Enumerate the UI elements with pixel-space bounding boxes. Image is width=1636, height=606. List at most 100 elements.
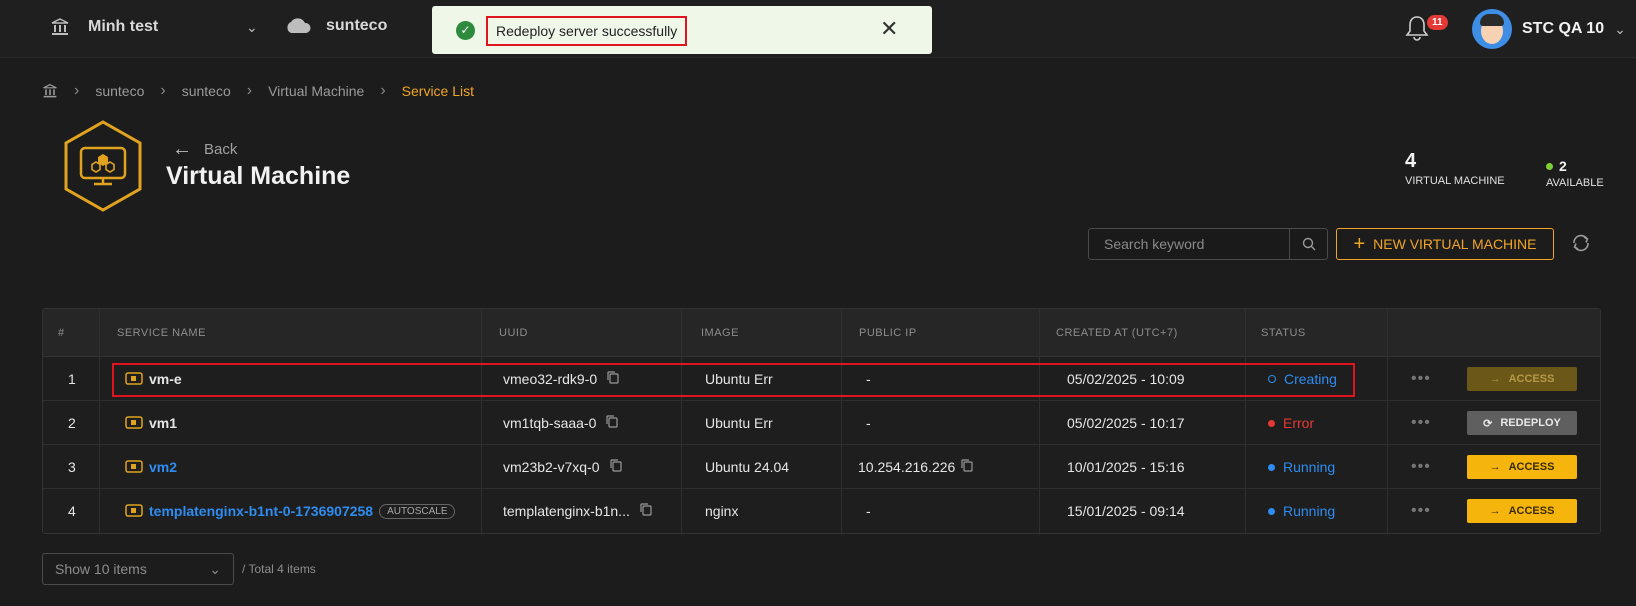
status-cell: Running (1268, 445, 1335, 489)
project-selector[interactable]: sunteco (284, 17, 387, 35)
virtual-machine-logo-icon (60, 118, 146, 214)
status-cell: Running (1268, 489, 1335, 533)
cloud-icon (287, 18, 311, 33)
uuid-value: vm23b2-v7xq-0 (503, 459, 600, 475)
copy-icon[interactable] (961, 459, 973, 475)
table-row[interactable]: 2 vm1 vm1tqb-saaa-0 Ubuntu Err - 05/02/2… (43, 401, 1600, 445)
public-ip-value: - (866, 503, 871, 519)
user-menu[interactable]: STC QA 10 ⌄ (1472, 9, 1626, 49)
service-name-link[interactable]: templatenginx-b1nt-0-1736907258 (149, 503, 373, 519)
stat-label: AVAILABLE (1546, 177, 1604, 189)
chevron-down-icon: ⌄ (209, 560, 221, 577)
access-label: ACCESS (1508, 461, 1555, 473)
uuid-value: vm1tqb-saaa-0 (503, 415, 597, 431)
access-button[interactable]: → ACCESS (1467, 455, 1577, 479)
service-name[interactable]: vm1 (149, 415, 177, 431)
breadcrumb-item[interactable]: sunteco (95, 83, 144, 99)
arrow-right-icon: → (1489, 505, 1501, 517)
created-at-value: 15/01/2025 - 09:14 (1067, 503, 1185, 519)
stat-value: 2 (1559, 158, 1567, 174)
stat-available: 2 AVAILABLE (1546, 158, 1604, 189)
search-input[interactable] (1089, 229, 1289, 259)
refresh-button[interactable] (1570, 232, 1592, 259)
row-index: 1 (68, 371, 76, 387)
search-icon (1302, 237, 1315, 251)
status-cell: Error (1268, 401, 1314, 445)
more-actions-icon[interactable]: ••• (1411, 489, 1431, 533)
image-value: Ubuntu 24.04 (705, 459, 790, 475)
redeploy-button[interactable]: ⟳ REDEPLOY (1467, 411, 1577, 435)
row-index: 3 (68, 459, 76, 475)
page-size-select[interactable]: Show 10 items ⌄ (42, 553, 234, 585)
uuid-cell: vm23b2-v7xq-0 (503, 445, 622, 489)
image-value: nginx (705, 503, 739, 519)
back-link[interactable]: ← Back (172, 138, 237, 161)
image-value: Ubuntu Err (705, 415, 773, 431)
search-button[interactable] (1289, 229, 1327, 259)
breadcrumb-current: Service List (401, 83, 475, 99)
column-header: UUID (499, 327, 528, 339)
bell-icon (1405, 16, 1429, 41)
breadcrumb-item[interactable]: Virtual Machine (268, 83, 364, 99)
vm-icon (125, 460, 143, 473)
public-ip-value: - (866, 415, 871, 431)
arrow-left-icon: ← (172, 138, 192, 160)
created-at-value: 05/02/2025 - 10:17 (1067, 415, 1185, 431)
access-label: ACCESS (1508, 373, 1555, 385)
row-highlight-box (112, 363, 1355, 397)
chevron-down-icon[interactable]: ⌄ (246, 19, 258, 36)
close-icon[interactable]: ✕ (880, 18, 898, 40)
access-label: ACCESS (1508, 505, 1555, 517)
stat-virtual-machine: 4 VIRTUAL MACHINE (1405, 150, 1505, 187)
redeploy-icon: ⟳ (1483, 417, 1493, 430)
copy-icon[interactable] (640, 503, 652, 519)
arrow-right-icon: → (1489, 461, 1501, 473)
table-header: # SERVICE NAME UUID IMAGE PUBLIC IP CREA… (43, 309, 1600, 357)
notification-count-badge: 11 (1427, 15, 1448, 30)
notification-bell[interactable] (1404, 14, 1430, 47)
status-dot (1268, 419, 1275, 427)
avatar (1472, 9, 1512, 49)
bank-icon (51, 18, 69, 35)
service-name-link[interactable]: vm2 (149, 459, 177, 475)
more-actions-icon[interactable]: ••• (1411, 401, 1431, 445)
more-actions-icon[interactable]: ••• (1411, 445, 1431, 489)
project-label: sunteco (326, 17, 388, 34)
chevron-right-icon: › (160, 82, 166, 99)
search-box (1088, 228, 1328, 260)
breadcrumb-item[interactable]: sunteco (182, 83, 231, 99)
new-virtual-machine-button[interactable]: + NEW VIRTUAL MACHINE (1336, 228, 1554, 260)
status-dot (1268, 507, 1275, 515)
status-text: Running (1283, 503, 1336, 519)
plus-icon: + (1353, 233, 1366, 255)
bank-icon[interactable] (42, 83, 58, 99)
uuid-value: templatenginx-b1n... (503, 503, 630, 519)
vm-icon (125, 416, 143, 429)
uuid-cell: templatenginx-b1n... (503, 489, 652, 533)
copy-icon[interactable] (609, 459, 622, 475)
stat-value: 4 (1405, 150, 1417, 172)
new-virtual-machine-label: NEW VIRTUAL MACHINE (1373, 236, 1537, 252)
access-button[interactable]: → ACCESS (1467, 499, 1577, 523)
chevron-down-icon[interactable]: ⌄ (1614, 21, 1626, 38)
table-row[interactable]: 4 templatenginx-b1nt-0-1736907258 AUTOSC… (43, 489, 1600, 533)
status-text: Error (1283, 415, 1315, 431)
redeploy-label: REDEPLOY (1500, 417, 1561, 429)
access-button[interactable]: → ACCESS (1467, 367, 1577, 391)
column-header: CREATED AT (UTC+7) (1056, 327, 1178, 339)
organization-selector[interactable]: Minh test ⌄ (50, 17, 258, 37)
chevron-right-icon: › (246, 82, 253, 99)
table-row[interactable]: 3 vm2 vm23b2-v7xq-0 Ubuntu 24.04 10.254.… (43, 445, 1600, 489)
copy-icon[interactable] (606, 415, 618, 431)
row-index: 2 (68, 415, 76, 431)
check-circle-icon: ✓ (456, 21, 475, 40)
column-header: # (58, 327, 65, 339)
back-label: Back (204, 141, 238, 158)
public-ip-value: 10.254.216.226 (858, 459, 956, 475)
stat-label: VIRTUAL MACHINE (1405, 175, 1505, 187)
chevron-right-icon: › (380, 82, 386, 99)
column-header: PUBLIC IP (859, 327, 917, 339)
public-ip-cell: 10.254.216.226 (858, 445, 973, 489)
more-actions-icon[interactable]: ••• (1411, 357, 1431, 401)
refresh-icon (1573, 234, 1589, 252)
